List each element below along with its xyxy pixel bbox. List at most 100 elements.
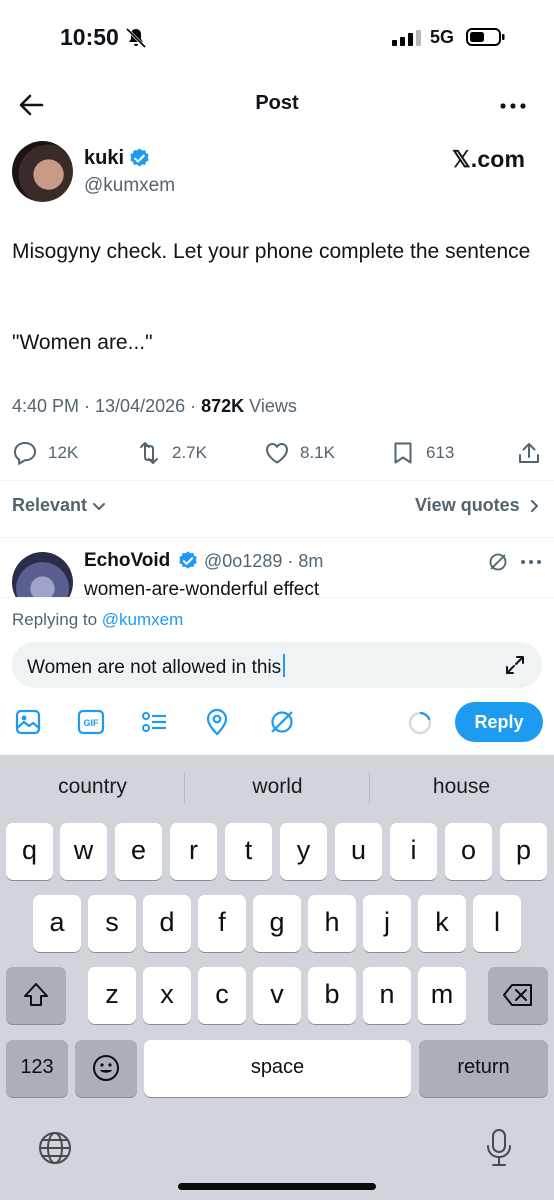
- chevron-right-icon: [530, 499, 538, 512]
- reply-author-handle: @0o1289 · 8m: [204, 551, 324, 571]
- status-time: 10:50: [60, 24, 119, 50]
- key[interactable]: t: [225, 823, 272, 880]
- image-icon[interactable]: [14, 708, 42, 736]
- view-quotes-label: View quotes: [415, 495, 520, 515]
- avatar[interactable]: [12, 141, 73, 202]
- divider: [0, 597, 554, 598]
- space-key[interactable]: space: [144, 1040, 411, 1097]
- post-timestamp: 4:40 PM · 13/04/2026 ·: [12, 396, 202, 416]
- numbers-key[interactable]: 123: [6, 1040, 68, 1097]
- key[interactable]: f: [198, 895, 246, 952]
- grok-icon[interactable]: [268, 708, 296, 736]
- return-key[interactable]: return: [419, 1040, 548, 1097]
- suggestion-1[interactable]: country: [0, 775, 185, 799]
- gif-icon[interactable]: GIF: [77, 708, 105, 736]
- key[interactable]: r: [170, 823, 217, 880]
- svg-text:GIF: GIF: [84, 718, 100, 728]
- key[interactable]: b: [308, 967, 356, 1024]
- key[interactable]: p: [500, 823, 547, 880]
- share-icon: [519, 443, 539, 463]
- key[interactable]: w: [60, 823, 107, 880]
- views-count[interactable]: 872K: [201, 396, 244, 416]
- reply-input[interactable]: Women are not allowed in this: [12, 642, 542, 688]
- reply-count: 12K: [48, 443, 79, 462]
- delete-key[interactable]: [488, 967, 548, 1024]
- key[interactable]: s: [88, 895, 136, 952]
- key[interactable]: h: [308, 895, 356, 952]
- shift-icon: [24, 983, 48, 1006]
- more-icon[interactable]: [520, 554, 542, 570]
- key[interactable]: z: [88, 967, 136, 1024]
- repost-count: 2.7K: [172, 443, 207, 462]
- action-bar: 12K 2.7K 8.1K 613: [0, 432, 554, 472]
- repost-action[interactable]: 2.7K: [136, 440, 207, 466]
- post-text-quote: "Women are...": [12, 331, 153, 354]
- key[interactable]: g: [253, 895, 301, 952]
- author-handle[interactable]: @kumxem: [84, 175, 175, 197]
- keyboard: country world house q w e r t y u i o p …: [0, 755, 554, 1200]
- post-meta: 4:40 PM · 13/04/2026 · 872K Views: [12, 396, 297, 417]
- key[interactable]: i: [390, 823, 437, 880]
- key[interactable]: x: [143, 967, 191, 1024]
- bookmark-action[interactable]: 613: [390, 440, 454, 466]
- sort-label: Relevant: [12, 495, 88, 515]
- key[interactable]: q: [6, 823, 53, 880]
- key[interactable]: o: [445, 823, 492, 880]
- key[interactable]: l: [473, 895, 521, 952]
- verified-badge-icon: [130, 148, 149, 167]
- shift-key[interactable]: [6, 967, 66, 1024]
- like-action[interactable]: 8.1K: [264, 440, 335, 466]
- replying-prefix: Replying to: [12, 610, 102, 629]
- backspace-icon: [503, 984, 532, 1006]
- key[interactable]: k: [418, 895, 466, 952]
- key[interactable]: c: [198, 967, 246, 1024]
- share-action[interactable]: [516, 440, 542, 466]
- bell-slash-icon: [125, 27, 147, 49]
- key[interactable]: y: [280, 823, 327, 880]
- text-caret: [283, 654, 286, 677]
- author-name[interactable]: kuki: [84, 147, 124, 170]
- more-icon[interactable]: [498, 94, 528, 118]
- bookmark-icon: [394, 442, 412, 464]
- globe-icon[interactable]: [37, 1130, 73, 1166]
- views-label: Views: [244, 396, 297, 416]
- reply-icon: [13, 441, 37, 466]
- divider: [0, 480, 554, 481]
- reply-button[interactable]: Reply: [455, 702, 543, 742]
- verified-badge-icon: [179, 551, 197, 569]
- chevron-down-icon: [93, 502, 106, 510]
- post-text: Misogyny check. Let your phone complete …: [12, 240, 531, 263]
- key[interactable]: u: [335, 823, 382, 880]
- reply-action[interactable]: 12K: [12, 440, 78, 466]
- reply-input-value[interactable]: Women are not allowed in this: [27, 657, 281, 678]
- reply-author-name[interactable]: EchoVoid: [84, 550, 170, 572]
- home-indicator: [178, 1183, 376, 1190]
- expand-icon[interactable]: [504, 654, 526, 676]
- poll-icon[interactable]: [140, 708, 168, 736]
- reply-preview[interactable]: EchoVoid @0o1289 · 8m women-are-wonderfu…: [0, 538, 554, 598]
- location-icon[interactable]: [203, 708, 231, 736]
- sort-dropdown[interactable]: Relevant: [12, 495, 107, 516]
- key[interactable]: n: [363, 967, 411, 1024]
- key[interactable]: d: [143, 895, 191, 952]
- key[interactable]: a: [33, 895, 81, 952]
- key[interactable]: m: [418, 967, 466, 1024]
- character-progress-icon: [408, 711, 432, 735]
- signal-icon: [392, 30, 421, 46]
- key[interactable]: e: [115, 823, 162, 880]
- key[interactable]: j: [363, 895, 411, 952]
- view-quotes-link[interactable]: View quotes: [415, 495, 542, 516]
- emoji-key[interactable]: [75, 1040, 137, 1097]
- reply-avatar[interactable]: [12, 552, 73, 598]
- replying-handle[interactable]: @kumxem: [102, 610, 184, 629]
- grok-icon[interactable]: [488, 552, 508, 572]
- top-nav: Post: [0, 76, 554, 132]
- watermark: 𝕏.com: [452, 146, 526, 172]
- suggestion-3[interactable]: house: [369, 775, 554, 799]
- like-count: 8.1K: [300, 443, 335, 462]
- microphone-icon[interactable]: [484, 1128, 514, 1168]
- composer-toolbar: GIF Reply: [0, 702, 554, 742]
- suggestion-2[interactable]: world: [185, 775, 370, 799]
- page-title: Post: [255, 92, 299, 114]
- key[interactable]: v: [253, 967, 301, 1024]
